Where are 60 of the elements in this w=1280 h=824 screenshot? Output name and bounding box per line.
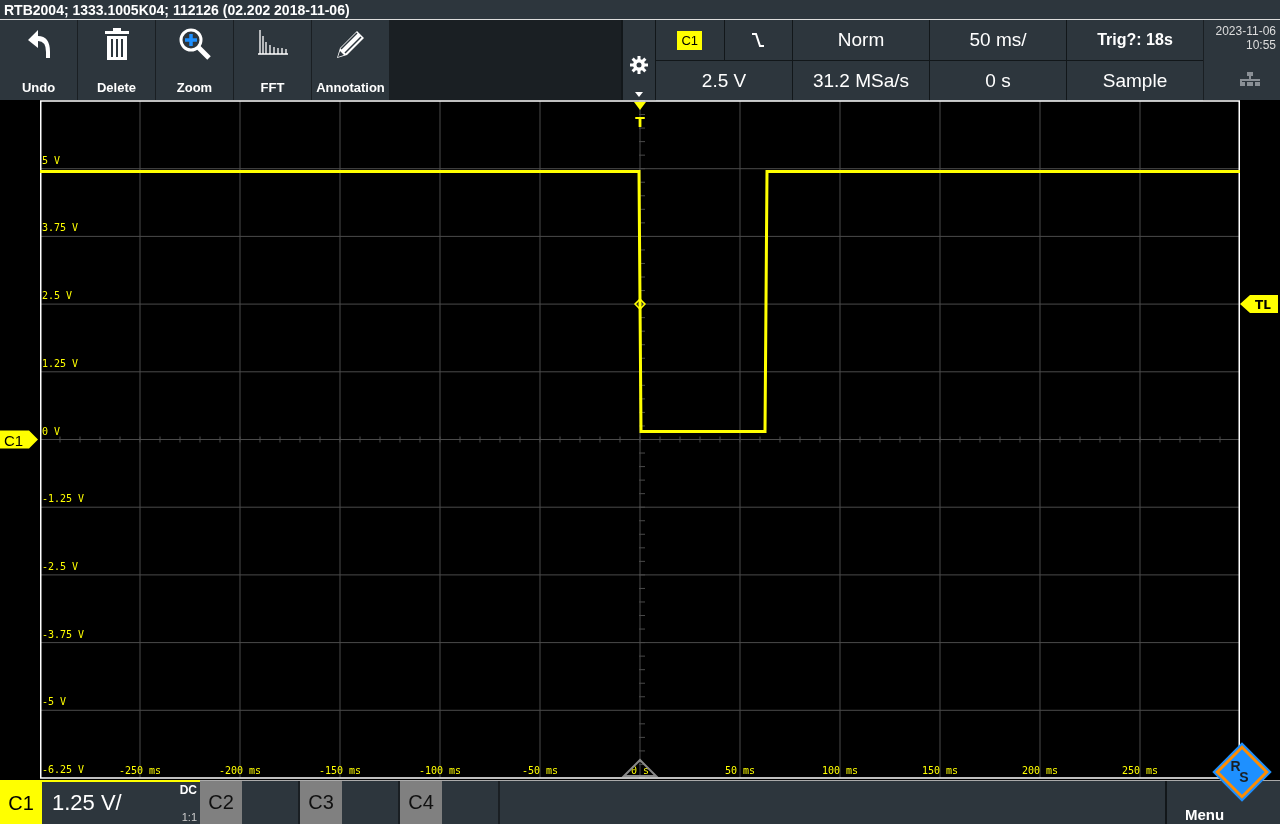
x-axis-label: 250 ms (1121, 765, 1159, 776)
trigger-slope-cell[interactable] (724, 20, 792, 60)
time-scale-cell[interactable]: 50 ms/ (930, 20, 1066, 60)
trigger-status-cell[interactable]: Trig?: 18s (1067, 20, 1203, 60)
toolbar-button[interactable]: Annotation (312, 20, 389, 100)
falling-edge-icon (752, 33, 765, 47)
trigger-mode-cell[interactable]: Norm (793, 20, 929, 60)
pencil-icon (334, 28, 367, 60)
channel-marker[interactable]: C1 (0, 430, 38, 449)
y-axis-label: 3.75 V (42, 222, 79, 234)
acquisition-mode-cell[interactable]: Sample (1067, 61, 1203, 101)
y-axis-label: 0 V (42, 425, 61, 437)
toolbar-button[interactable]: Zoom (156, 20, 233, 100)
x-axis-label: 200 ms (1021, 765, 1059, 776)
trigger-level-cell[interactable]: 2.5 V (656, 61, 792, 101)
channel-label: C1 (0, 782, 42, 824)
trigger-level-marker[interactable]: TL (1240, 295, 1278, 314)
coupling-text: DC (179, 783, 197, 797)
y-axis-label: -6.25 V (42, 764, 85, 775)
vertical-scale-text: 1.25 V/ (52, 790, 122, 816)
toolbar-button[interactable]: FFT (234, 20, 311, 100)
channel-button[interactable]: C4 (400, 781, 500, 824)
y-axis-label: 1.25 V (42, 357, 79, 369)
channel-badge: C1 (677, 30, 703, 50)
caret-icon (635, 92, 643, 97)
probe-ratio-text: 1:1 (181, 811, 197, 823)
time-text: 10:55 (1245, 38, 1276, 52)
x-axis-label: -150 ms (318, 765, 362, 776)
y-axis-label: 2.5 V (42, 290, 73, 302)
trigger-source-cell[interactable]: C1 (656, 20, 724, 60)
x-axis-label: 150 ms (921, 765, 959, 776)
logo-icon: R S (1215, 745, 1269, 799)
y-axis-label: -2.5 V (42, 560, 79, 572)
time-offset-cell[interactable]: 0 s (930, 61, 1066, 101)
x-axis-label: 100 ms (821, 765, 859, 776)
y-axis-label: -5 V (42, 696, 67, 708)
y-axis-label: -1.25 V (42, 493, 85, 505)
channel-button[interactable]: C3 (300, 781, 400, 824)
x-axis-label: 50 ms (724, 765, 756, 776)
sample-rate-cell[interactable]: 31.2 MSa/s (793, 61, 929, 101)
zoom-in-icon (178, 28, 211, 60)
y-axis-label: -3.75 V (42, 628, 85, 640)
x-axis-label: -250 ms (118, 765, 162, 776)
toolbar-button[interactable]: Delete (78, 20, 155, 100)
x-axis-label: -50 ms (521, 765, 559, 776)
trash-icon (104, 28, 129, 60)
y-axis-label: 5 V (42, 154, 61, 166)
ground-marker-icon (621, 758, 659, 777)
channel-button[interactable]: C2 (200, 781, 300, 824)
x-axis-label: -100 ms (418, 765, 462, 776)
spectrum-icon (256, 28, 289, 56)
channel-panel[interactable]: C1 1.25 V/ DC 1:1 (0, 780, 200, 824)
toolbar-button[interactable]: Undo (0, 20, 77, 100)
network-icon (1240, 72, 1260, 86)
gear-icon (630, 56, 648, 74)
trigger-point-icon (633, 298, 647, 311)
title-bar: RTB2004; 1333.1005K04; 112126 (02.202 2018-11-06) (0, 0, 1280, 20)
settings-button[interactable] (621, 20, 655, 100)
x-axis-label: -200 ms (218, 765, 262, 776)
date-text: 2023-11-06 (1215, 24, 1276, 38)
